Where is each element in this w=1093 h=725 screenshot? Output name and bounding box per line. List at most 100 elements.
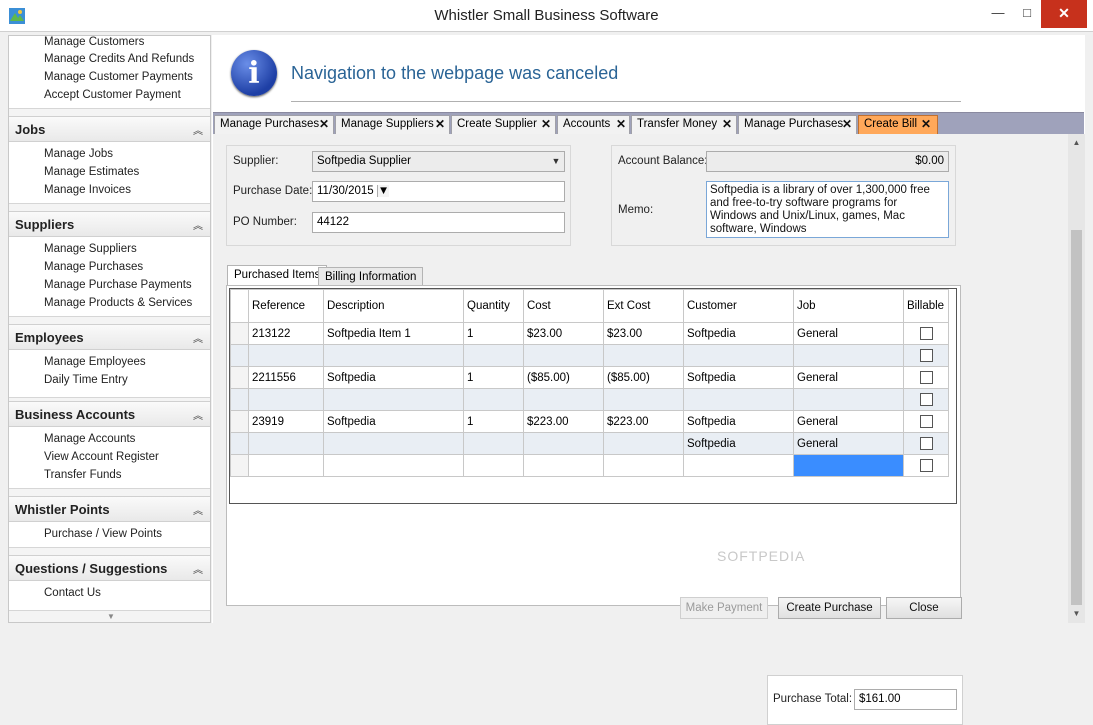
row-header[interactable]: [230, 454, 249, 477]
tab-manage-purchases[interactable]: Manage Purchases ✕: [214, 115, 334, 134]
cell-quantity[interactable]: [463, 344, 524, 367]
sidebar-link-customer-payments[interactable]: Manage Customer Payments: [44, 71, 193, 83]
chevron-down-icon[interactable]: ▼: [376, 185, 390, 197]
table-row[interactable]: [230, 454, 949, 477]
collapse-icon[interactable]: ︽: [193, 330, 203, 345]
row-header[interactable]: [230, 432, 249, 455]
sidebar-link-purchase-payments[interactable]: Manage Purchase Payments: [44, 279, 192, 291]
column-job[interactable]: Job: [793, 289, 904, 323]
tab-manage-purchases-2[interactable]: Manage Purchases ✕: [738, 115, 857, 134]
sidebar-link-products-services[interactable]: Manage Products & Services: [44, 297, 192, 309]
memo-field[interactable]: Softpedia is a library of over 1,300,000…: [706, 181, 949, 238]
sidebar-link-manage-suppliers[interactable]: Manage Suppliers: [44, 243, 137, 255]
whistler-points-section-header[interactable]: Whistler Points ︽: [9, 496, 210, 522]
employees-section-header[interactable]: Employees ︽: [9, 324, 210, 350]
cell-quantity[interactable]: 1: [463, 410, 524, 433]
cell-cost[interactable]: [523, 344, 604, 367]
row-header[interactable]: [230, 366, 249, 389]
table-row[interactable]: 23919 Softpedia 1 $223.00 $223.00 Softpedia Ge…: [230, 410, 949, 433]
billable-checkbox[interactable]: [919, 393, 933, 406]
cell-quantity[interactable]: 1: [463, 366, 524, 389]
billable-checkbox[interactable]: [919, 327, 933, 340]
table-row[interactable]: [230, 344, 949, 367]
collapse-icon[interactable]: ︽: [193, 407, 203, 422]
minimize-button[interactable]: —: [983, 0, 1013, 28]
billable-checkbox[interactable]: [919, 437, 933, 450]
tab-create-supplier[interactable]: Create Supplier ✕: [451, 115, 556, 134]
cell-reference[interactable]: [248, 388, 324, 411]
table-row[interactable]: [230, 388, 949, 411]
chevron-down-icon[interactable]: ▼: [548, 152, 564, 171]
column-description[interactable]: Description: [323, 289, 464, 323]
questions-section-header[interactable]: Questions / Suggestions ︽: [9, 555, 210, 581]
cell-cost[interactable]: $223.00: [523, 410, 604, 433]
cell-job[interactable]: [793, 388, 904, 411]
cell-ext-cost[interactable]: [603, 432, 684, 455]
cell-customer[interactable]: Softpedia: [683, 410, 794, 433]
cell-description[interactable]: [323, 432, 464, 455]
billable-checkbox[interactable]: [919, 415, 933, 428]
close-icon[interactable]: ✕: [921, 116, 931, 133]
row-header[interactable]: [230, 388, 249, 411]
cell-reference[interactable]: [248, 344, 324, 367]
suppliers-section-header[interactable]: Suppliers ︽: [9, 211, 210, 237]
tab-accounts[interactable]: Accounts ✕: [557, 115, 630, 134]
cell-job[interactable]: General: [793, 322, 904, 345]
cell-reference[interactable]: [248, 432, 324, 455]
column-cost[interactable]: Cost: [523, 289, 604, 323]
sidebar-link-manage-employees[interactable]: Manage Employees: [44, 356, 146, 368]
cell-ext-cost[interactable]: ($85.00): [603, 366, 684, 389]
cell-customer[interactable]: [683, 388, 794, 411]
business-accounts-section-header[interactable]: Business Accounts ︽: [9, 401, 210, 427]
cell-customer[interactable]: Softpedia: [683, 366, 794, 389]
scroll-up-icon[interactable]: ▲: [1068, 138, 1085, 147]
sidebar-link-manage-credits[interactable]: Manage Credits And Refunds: [44, 53, 194, 65]
cell-cost[interactable]: [523, 388, 604, 411]
row-header[interactable]: [230, 410, 249, 433]
column-billable[interactable]: Billable: [903, 289, 949, 323]
sidebar-link-manage-invoices[interactable]: Manage Invoices: [44, 184, 131, 196]
billable-checkbox[interactable]: [919, 349, 933, 362]
cell-ext-cost[interactable]: [603, 454, 684, 477]
row-header[interactable]: [230, 322, 249, 345]
tab-manage-suppliers[interactable]: Manage Suppliers ✕: [335, 115, 450, 134]
cell-description[interactable]: [323, 454, 464, 477]
sidebar-link-manage-estimates[interactable]: Manage Estimates: [44, 166, 139, 178]
cell-quantity[interactable]: [463, 454, 524, 477]
collapse-icon[interactable]: ︽: [193, 217, 203, 232]
cell-description[interactable]: [323, 388, 464, 411]
column-quantity[interactable]: Quantity: [463, 289, 524, 323]
close-icon[interactable]: ✕: [616, 116, 626, 133]
billable-checkbox[interactable]: [919, 371, 933, 384]
cell-customer[interactable]: Softpedia: [683, 322, 794, 345]
column-customer[interactable]: Customer: [683, 289, 794, 323]
table-row[interactable]: Softpedia General: [230, 432, 949, 455]
tab-transfer-money[interactable]: Transfer Money ✕: [631, 115, 737, 134]
close-button[interactable]: Close: [886, 597, 962, 619]
close-icon[interactable]: ✕: [842, 116, 852, 133]
jobs-section-header[interactable]: Jobs ︽: [9, 116, 210, 142]
cell-description[interactable]: Softpedia: [323, 410, 464, 433]
cell-ext-cost[interactable]: $23.00: [603, 322, 684, 345]
close-icon[interactable]: ✕: [722, 116, 732, 133]
tab-create-bill[interactable]: Create Bill ✕: [858, 115, 938, 134]
cell-job[interactable]: General: [793, 410, 904, 433]
cell-job[interactable]: General: [793, 432, 904, 455]
cell-quantity[interactable]: [463, 432, 524, 455]
cell-quantity[interactable]: 1: [463, 322, 524, 345]
cell-cost[interactable]: [523, 432, 604, 455]
cell-reference[interactable]: [248, 454, 324, 477]
tab-purchased-items[interactable]: Purchased Items: [227, 265, 328, 286]
po-number-field[interactable]: 44122: [312, 212, 565, 233]
cell-ext-cost[interactable]: $223.00: [603, 410, 684, 433]
close-icon[interactable]: ✕: [541, 116, 551, 133]
close-icon[interactable]: ✕: [435, 116, 445, 133]
scrollbar-thumb[interactable]: [1071, 230, 1082, 605]
cell-description[interactable]: Softpedia: [323, 366, 464, 389]
purchase-date-picker[interactable]: 11/30/2015 ▼: [312, 181, 565, 202]
sidebar-link-manage-customers[interactable]: Manage Customers: [44, 36, 144, 48]
table-row[interactable]: 213122 Softpedia Item 1 1 $23.00 $23.00 Softp…: [230, 322, 949, 345]
make-payment-button[interactable]: Make Payment: [680, 597, 768, 619]
maximize-button[interactable]: □: [1012, 0, 1042, 28]
sidebar-link-manage-jobs[interactable]: Manage Jobs: [44, 148, 113, 160]
